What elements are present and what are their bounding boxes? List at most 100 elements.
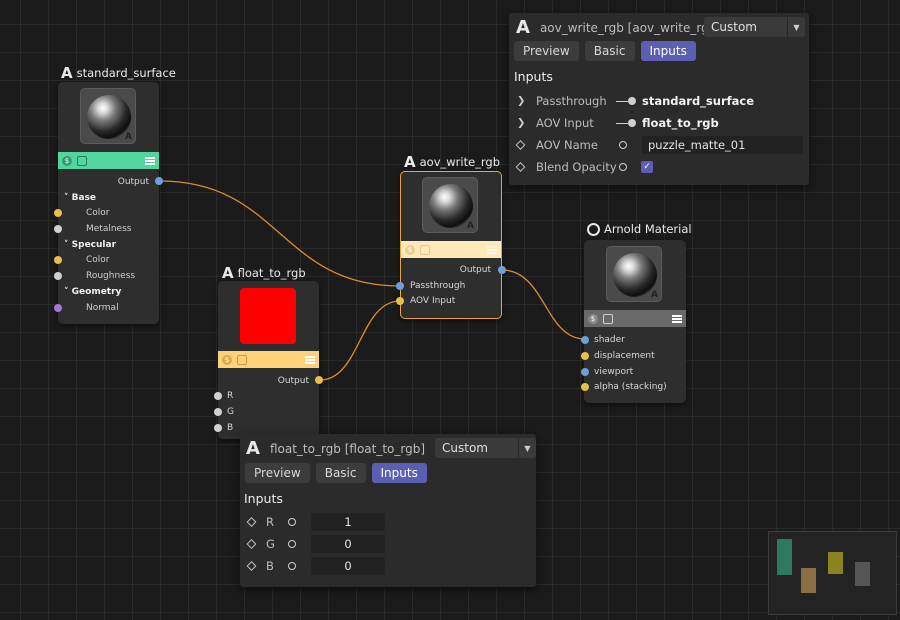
- node-toolbar: $: [401, 241, 501, 258]
- diamond-keyframe-icon[interactable]: [515, 162, 526, 172]
- menu-icon[interactable]: [487, 245, 497, 254]
- g-value-input[interactable]: 0: [311, 535, 385, 553]
- node-aov-write-rgb[interactable]: A $ Output Passthrough AOV Input: [396, 171, 506, 319]
- port-specular-color-label: Color: [86, 255, 110, 265]
- wire-float-to-rgb-to-aov-input[interactable]: [319, 300, 401, 381]
- param-row-aov-input: ❯ AOV Input float_to_rgb: [509, 113, 809, 133]
- section-geometry[interactable]: ˅ Geometry: [64, 287, 121, 297]
- port-output[interactable]: [498, 266, 506, 274]
- port-alpha[interactable]: [581, 383, 589, 391]
- chevron-down-icon: ˅: [64, 287, 69, 297]
- node-arnold-material[interactable]: A $ shader displacement viewport alpha (…: [581, 240, 686, 403]
- connected-node-link[interactable]: standard_surface: [642, 94, 754, 108]
- port-base-color[interactable]: [54, 209, 62, 217]
- attribute-panel-aov-write-rgb: A aov_write_rgb [aov_write_rgb] Custom ▼…: [509, 13, 809, 185]
- param-row-b: B 0: [240, 556, 536, 576]
- section-inputs: Inputs: [244, 491, 283, 506]
- chevron-down-icon: ˅: [64, 193, 69, 203]
- float-to-rgb-title: A float_to_rgb: [222, 264, 306, 282]
- arnold-logo-icon: A: [404, 153, 416, 171]
- port-roughness[interactable]: [54, 272, 62, 280]
- image-icon[interactable]: [420, 244, 430, 255]
- dollar-icon[interactable]: $: [405, 244, 415, 255]
- port-circle-icon[interactable]: [619, 163, 627, 171]
- port-output-label: Output: [459, 265, 491, 275]
- dollar-icon[interactable]: $: [222, 354, 232, 365]
- wire-aov-write-to-shader[interactable]: [501, 269, 586, 340]
- node-graph-minimap[interactable]: [768, 531, 897, 615]
- image-icon[interactable]: [237, 354, 247, 365]
- blend-opacity-checkbox[interactable]: ✓: [641, 161, 653, 173]
- port-circle-icon[interactable]: [619, 141, 627, 149]
- r-value-input[interactable]: 1: [311, 513, 385, 531]
- tab-preview[interactable]: Preview: [514, 41, 579, 61]
- port-displacement[interactable]: [581, 352, 589, 360]
- node-title-label: aov_write_rgb: [419, 155, 501, 169]
- diamond-keyframe-icon[interactable]: [246, 561, 257, 571]
- sphere-preview-icon: A: [606, 246, 662, 302]
- chevron-down-icon: ▼: [787, 17, 805, 37]
- node-toolbar: $: [218, 351, 319, 368]
- tab-inputs[interactable]: Inputs: [640, 41, 696, 61]
- attribute-panel-float-to-rgb: A float_to_rgb [float_to_rgb] Custom ▼ P…: [240, 434, 536, 587]
- param-label: AOV Input: [536, 116, 594, 130]
- port-viewport[interactable]: [581, 368, 589, 376]
- menu-icon[interactable]: [672, 314, 682, 323]
- port-shader[interactable]: [581, 336, 589, 344]
- preset-dropdown[interactable]: Custom ▼: [435, 438, 536, 458]
- connection-plug-icon[interactable]: [616, 119, 636, 127]
- color-swatch: [240, 288, 296, 344]
- port-b[interactable]: [214, 424, 222, 432]
- image-icon[interactable]: [77, 155, 87, 166]
- diamond-keyframe-icon[interactable]: [515, 140, 526, 150]
- param-label: R: [266, 515, 274, 529]
- standard-surface-title: A standard_surface: [61, 64, 176, 82]
- node-toolbar: $: [584, 310, 686, 327]
- menu-icon[interactable]: [305, 355, 315, 364]
- port-r[interactable]: [214, 392, 222, 400]
- port-g[interactable]: [214, 408, 222, 416]
- chevron-right-icon[interactable]: ❯: [517, 118, 525, 129]
- section-base[interactable]: ˅ Base: [64, 193, 96, 203]
- arnold-logo-icon: A: [516, 17, 530, 38]
- panel-tabs: Preview Basic Inputs: [514, 41, 696, 61]
- section-specular[interactable]: ˅ Specular: [64, 240, 116, 250]
- chevron-right-icon[interactable]: ❯: [517, 96, 525, 107]
- panel-title: aov_write_rgb [aov_write_rgb]: [539, 20, 721, 35]
- port-normal[interactable]: [54, 304, 62, 312]
- param-row-blend-opacity: Blend Opacity ✓: [509, 157, 809, 177]
- tab-basic[interactable]: Basic: [584, 41, 635, 61]
- dollar-icon[interactable]: $: [588, 313, 598, 324]
- port-circle-icon[interactable]: [288, 540, 296, 548]
- chevron-down-icon: ˅: [64, 240, 69, 250]
- port-r-label: R: [227, 391, 234, 401]
- node-title-label: standard_surface: [76, 66, 176, 80]
- port-circle-icon[interactable]: [288, 518, 296, 526]
- aov-name-input[interactable]: puzzle_matte_01: [642, 136, 803, 154]
- preset-dropdown[interactable]: Custom ▼: [704, 17, 805, 37]
- panel-header: A aov_write_rgb [aov_write_rgb]: [516, 17, 721, 38]
- connected-node-link[interactable]: float_to_rgb: [642, 116, 719, 130]
- diamond-keyframe-icon[interactable]: [246, 539, 257, 549]
- port-output-label: Output: [117, 177, 149, 187]
- node-float-to-rgb[interactable]: $ Output R G B: [214, 281, 323, 439]
- node-title-label: Arnold Material: [604, 222, 692, 236]
- connection-plug-icon[interactable]: [616, 97, 636, 105]
- port-circle-icon[interactable]: [288, 562, 296, 570]
- image-icon[interactable]: [603, 313, 613, 324]
- menu-icon[interactable]: [145, 156, 155, 165]
- port-displacement-label: displacement: [594, 351, 655, 361]
- b-value-input[interactable]: 0: [311, 557, 385, 575]
- port-aov-input[interactable]: [396, 297, 404, 305]
- port-metalness[interactable]: [54, 225, 62, 233]
- tab-preview[interactable]: Preview: [245, 463, 310, 483]
- node-standard-surface[interactable]: A $ Output ˅ Base Color Metalness ˅ Spec…: [54, 82, 163, 324]
- port-output[interactable]: [315, 376, 323, 384]
- tab-basic[interactable]: Basic: [315, 463, 366, 483]
- port-output[interactable]: [155, 177, 163, 185]
- port-specular-color[interactable]: [54, 256, 62, 264]
- diamond-keyframe-icon[interactable]: [246, 517, 257, 527]
- dollar-icon[interactable]: $: [62, 155, 72, 166]
- port-passthrough[interactable]: [396, 282, 404, 290]
- tab-inputs[interactable]: Inputs: [371, 463, 427, 483]
